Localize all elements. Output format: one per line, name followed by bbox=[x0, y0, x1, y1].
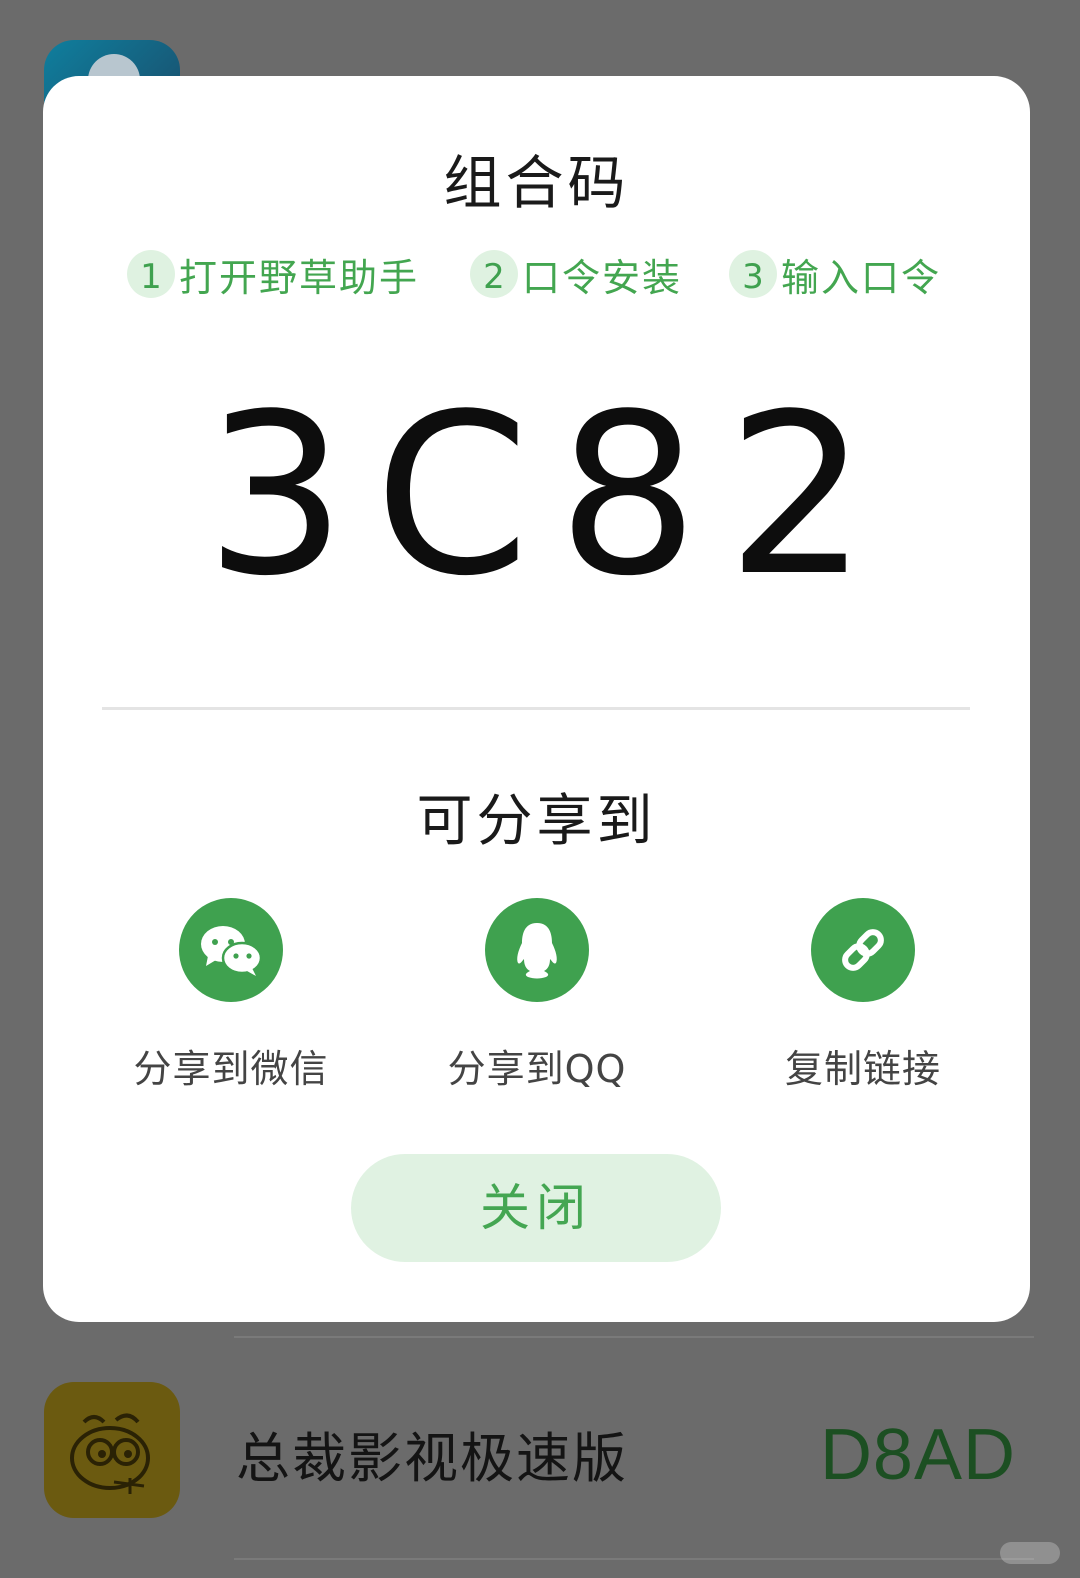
share-label: 复制链接 bbox=[784, 1047, 941, 1091]
link-icon[interactable] bbox=[811, 898, 915, 1002]
app-code[interactable]: D8AD bbox=[820, 1414, 1016, 1496]
share-label: 分享到QQ bbox=[447, 1047, 627, 1091]
step-1: 1 打开野草助手 bbox=[127, 244, 419, 304]
qq-penguin-icon[interactable] bbox=[485, 898, 589, 1002]
list-divider bbox=[234, 1336, 1034, 1338]
combo-code: 3C82 bbox=[205, 367, 896, 625]
list-divider bbox=[234, 1558, 1034, 1560]
app-name: 总裁影视极速版 bbox=[236, 1427, 628, 1490]
dialog-title: 组合码 bbox=[443, 149, 630, 217]
share-label: 分享到微信 bbox=[133, 1047, 329, 1091]
combo-code-dialog: 组合码 1 打开野草助手 2 口令安装 3 输入口令 3C82 可分享到 分享到… bbox=[43, 76, 1030, 1322]
share-qq-button[interactable]: 分享到QQ bbox=[407, 898, 667, 1098]
share-title: 可分享到 bbox=[416, 789, 657, 854]
step-number: 1 bbox=[127, 250, 175, 298]
copy-link-button[interactable]: 复制链接 bbox=[733, 898, 993, 1098]
cartoon-face-icon bbox=[70, 1413, 150, 1494]
step-3: 3 输入口令 bbox=[729, 244, 941, 304]
share-wechat-button[interactable]: 分享到微信 bbox=[101, 898, 361, 1098]
step-label: 口令安装 bbox=[522, 255, 683, 300]
step-number: 3 bbox=[729, 250, 777, 298]
step-2: 2 口令安装 bbox=[470, 244, 682, 304]
step-number: 2 bbox=[470, 250, 518, 298]
divider bbox=[102, 707, 970, 710]
close-button[interactable]: 关闭 bbox=[351, 1154, 721, 1262]
instruction-steps: 1 打开野草助手 2 口令安装 3 输入口令 bbox=[43, 244, 1030, 304]
app-icon-zongcai bbox=[44, 1382, 180, 1518]
wechat-icon[interactable] bbox=[179, 898, 283, 1002]
step-label: 输入口令 bbox=[781, 255, 942, 300]
watermark bbox=[1000, 1542, 1060, 1564]
step-label: 打开野草助手 bbox=[179, 255, 420, 300]
list-item[interactable]: 总裁影视极速版 D8AD bbox=[0, 1372, 1080, 1532]
